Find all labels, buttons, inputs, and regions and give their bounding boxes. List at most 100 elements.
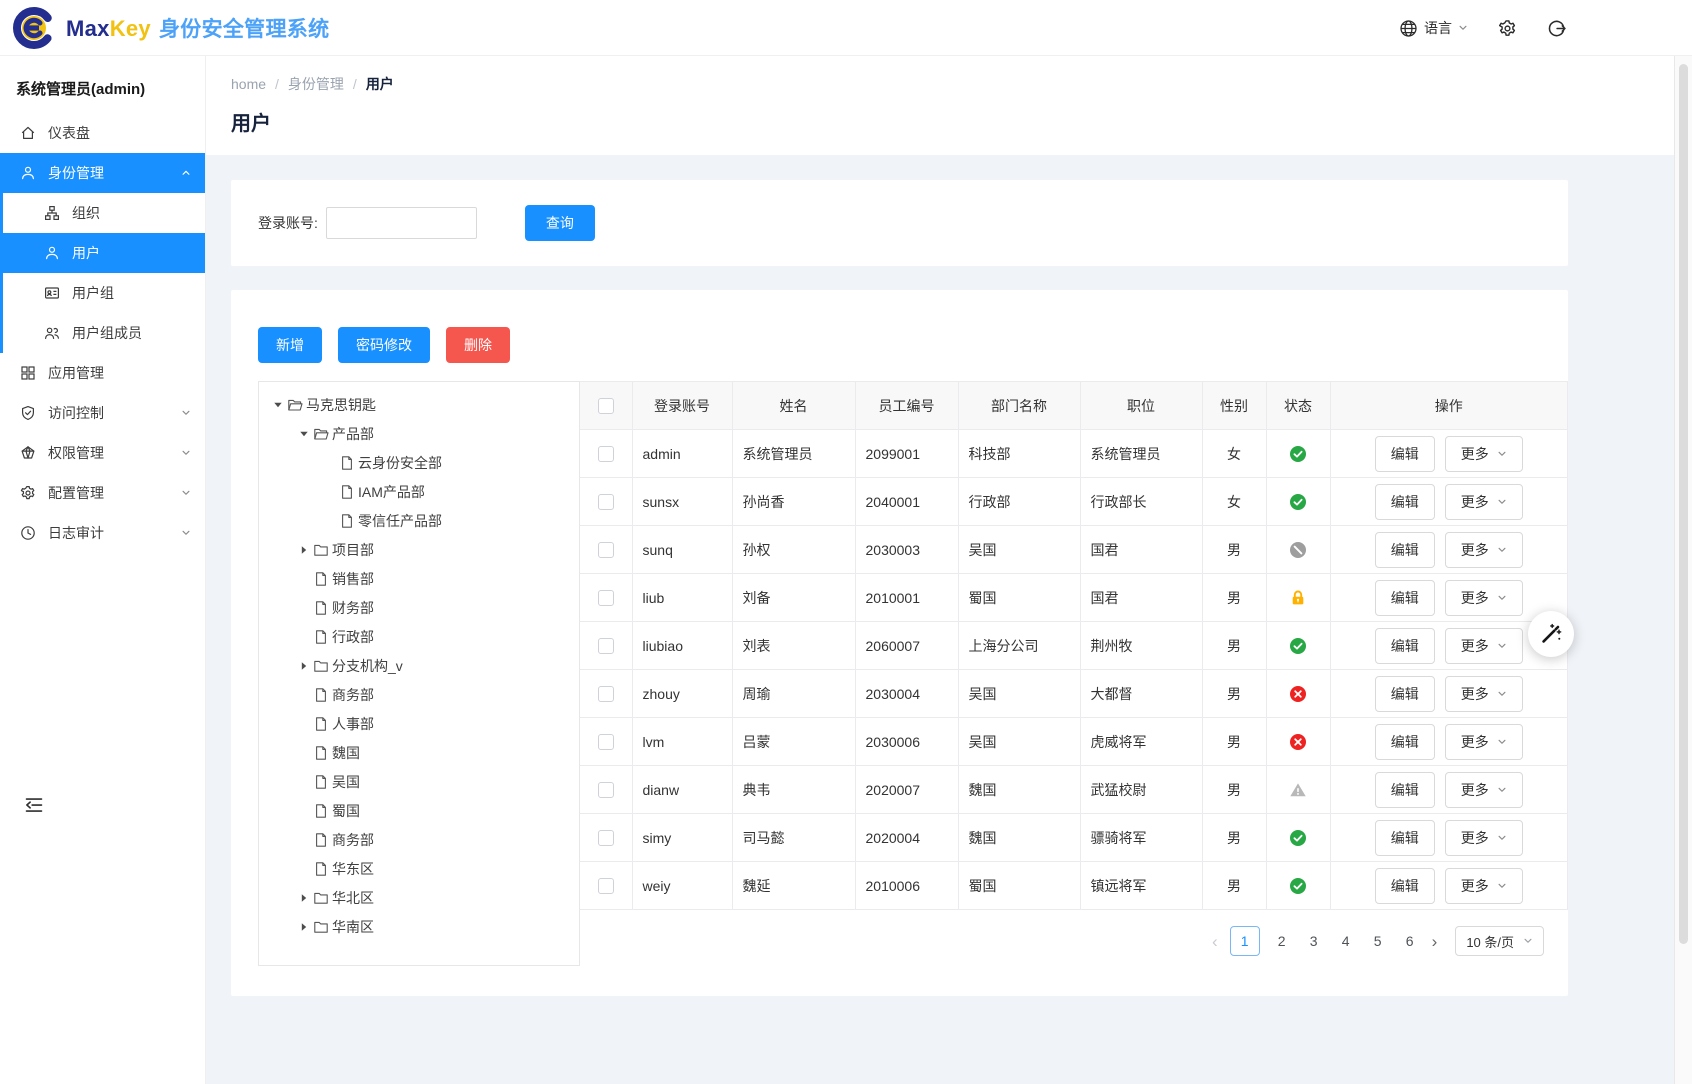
caret-right-icon[interactable]	[295, 545, 313, 555]
edit-button[interactable]: 编辑	[1375, 484, 1435, 520]
scrollbar-thumb[interactable]	[1679, 64, 1688, 944]
新增-button[interactable]: 新增	[258, 327, 322, 363]
caret-right-icon[interactable]	[295, 893, 313, 903]
edit-button[interactable]: 编辑	[1375, 580, 1435, 616]
prev-page-button[interactable]: ‹	[1212, 933, 1218, 950]
edit-button[interactable]: 编辑	[1375, 676, 1435, 712]
tree-node-财务部[interactable]: 财务部	[259, 593, 579, 622]
folder-icon	[313, 542, 329, 558]
tree-node-项目部[interactable]: 项目部	[259, 535, 579, 564]
edit-button[interactable]: 编辑	[1375, 772, 1435, 808]
tree-node-马克思钥匙[interactable]: 马克思钥匙	[259, 390, 579, 419]
sidebar-item-仪表盘[interactable]: 仪表盘	[0, 113, 205, 153]
row-checkbox[interactable]	[598, 878, 614, 894]
sidebar-item-应用管理[interactable]: 应用管理	[0, 353, 205, 393]
row-checkbox[interactable]	[598, 782, 614, 798]
row-checkbox[interactable]	[598, 734, 614, 750]
tree-node-行政部[interactable]: 行政部	[259, 622, 579, 651]
edit-button[interactable]: 编辑	[1375, 436, 1435, 472]
more-button[interactable]: 更多	[1445, 628, 1523, 664]
page-number-3[interactable]: 3	[1304, 933, 1324, 949]
edit-button[interactable]: 编辑	[1375, 532, 1435, 568]
caret-down-icon[interactable]	[269, 400, 287, 410]
page-number-2[interactable]: 2	[1272, 933, 1292, 949]
tree-node-IAM产品部[interactable]: IAM产品部	[259, 477, 579, 506]
select-all-checkbox[interactable]	[598, 398, 614, 414]
row-checkbox[interactable]	[598, 638, 614, 654]
more-button[interactable]: 更多	[1445, 580, 1523, 616]
more-button[interactable]: 更多	[1445, 532, 1523, 568]
tree-node-label: 财务部	[332, 598, 374, 618]
tree-node-商务部[interactable]: 商务部	[259, 825, 579, 854]
sidebar-item-日志审计[interactable]: 日志审计	[0, 513, 205, 553]
page-number-6[interactable]: 6	[1400, 933, 1420, 949]
settings-gear-icon[interactable]	[1498, 19, 1517, 38]
more-button[interactable]: 更多	[1445, 436, 1523, 472]
row-checkbox[interactable]	[598, 446, 614, 462]
language-switcher[interactable]: 语言	[1399, 18, 1468, 38]
row-checkbox[interactable]	[598, 830, 614, 846]
row-checkbox[interactable]	[598, 590, 614, 606]
caret-down-icon[interactable]	[295, 429, 313, 439]
query-button[interactable]: 查询	[525, 205, 595, 241]
删除-button[interactable]: 删除	[446, 327, 510, 363]
login-account-input[interactable]	[326, 207, 477, 239]
cell-status	[1266, 526, 1330, 574]
cell-gender: 女	[1202, 430, 1266, 478]
more-button-label: 更多	[1461, 876, 1489, 896]
edit-button[interactable]: 编辑	[1375, 724, 1435, 760]
tree-node-吴国[interactable]: 吴国	[259, 767, 579, 796]
menu-fold-icon[interactable]	[24, 795, 44, 815]
tree-node-产品部[interactable]: 产品部	[259, 419, 579, 448]
sidebar-item-用户组[interactable]: 用户组	[3, 273, 205, 313]
tree-node-label: 吴国	[332, 772, 360, 792]
page-number-4[interactable]: 4	[1336, 933, 1356, 949]
sidebar-item-权限管理[interactable]: 权限管理	[0, 433, 205, 473]
check-circle-icon	[1289, 829, 1307, 847]
more-button[interactable]: 更多	[1445, 676, 1523, 712]
tree-node-魏国[interactable]: 魏国	[259, 738, 579, 767]
page-size-select[interactable]: 10 条/页	[1455, 926, 1544, 956]
密码修改-button[interactable]: 密码修改	[338, 327, 430, 363]
table-row: dianw典韦2020007魏国武猛校尉男编辑更多	[580, 766, 1568, 814]
more-button[interactable]: 更多	[1445, 772, 1523, 808]
tree-node-label: 华南区	[332, 917, 374, 937]
sidebar-item-用户[interactable]: 用户	[3, 233, 205, 273]
sidebar-item-身份管理[interactable]: 身份管理	[3, 153, 205, 193]
more-button[interactable]: 更多	[1445, 484, 1523, 520]
page-number-5[interactable]: 5	[1368, 933, 1388, 949]
sidebar-item-配置管理[interactable]: 配置管理	[0, 473, 205, 513]
edit-button[interactable]: 编辑	[1375, 628, 1435, 664]
tree-node-华南区[interactable]: 华南区	[259, 912, 579, 941]
tree-node-label: 华北区	[332, 888, 374, 908]
logout-icon[interactable]	[1547, 19, 1566, 38]
sidebar-item-组织[interactable]: 组织	[3, 193, 205, 233]
tree-node-零信任产品部[interactable]: 零信任产品部	[259, 506, 579, 535]
cell-actions: 编辑更多	[1330, 430, 1568, 478]
row-checkbox[interactable]	[598, 686, 614, 702]
breadcrumb-item[interactable]: 身份管理	[288, 74, 344, 94]
breadcrumb-item[interactable]: home	[231, 76, 266, 92]
caret-right-icon[interactable]	[295, 661, 313, 671]
tree-node-华北区[interactable]: 华北区	[259, 883, 579, 912]
tree-node-云身份安全部[interactable]: 云身份安全部	[259, 448, 579, 477]
sidebar-item-用户组成员[interactable]: 用户组成员	[3, 313, 205, 353]
next-page-button[interactable]: ›	[1432, 933, 1438, 950]
page-number-1[interactable]: 1	[1230, 926, 1260, 956]
more-button[interactable]: 更多	[1445, 868, 1523, 904]
sidebar-item-访问控制[interactable]: 访问控制	[0, 393, 205, 433]
row-checkbox[interactable]	[598, 542, 614, 558]
more-button[interactable]: 更多	[1445, 820, 1523, 856]
tree-node-蜀国[interactable]: 蜀国	[259, 796, 579, 825]
caret-right-icon[interactable]	[295, 922, 313, 932]
edit-button[interactable]: 编辑	[1375, 868, 1435, 904]
tree-node-销售部[interactable]: 销售部	[259, 564, 579, 593]
edit-button[interactable]: 编辑	[1375, 820, 1435, 856]
tree-node-华东区[interactable]: 华东区	[259, 854, 579, 883]
more-button[interactable]: 更多	[1445, 724, 1523, 760]
tree-node-分支机构_v[interactable]: 分支机构_v	[259, 651, 579, 680]
row-checkbox[interactable]	[598, 494, 614, 510]
tree-node-商务部[interactable]: 商务部	[259, 680, 579, 709]
floating-assistant-button[interactable]	[1528, 611, 1574, 657]
tree-node-人事部[interactable]: 人事部	[259, 709, 579, 738]
